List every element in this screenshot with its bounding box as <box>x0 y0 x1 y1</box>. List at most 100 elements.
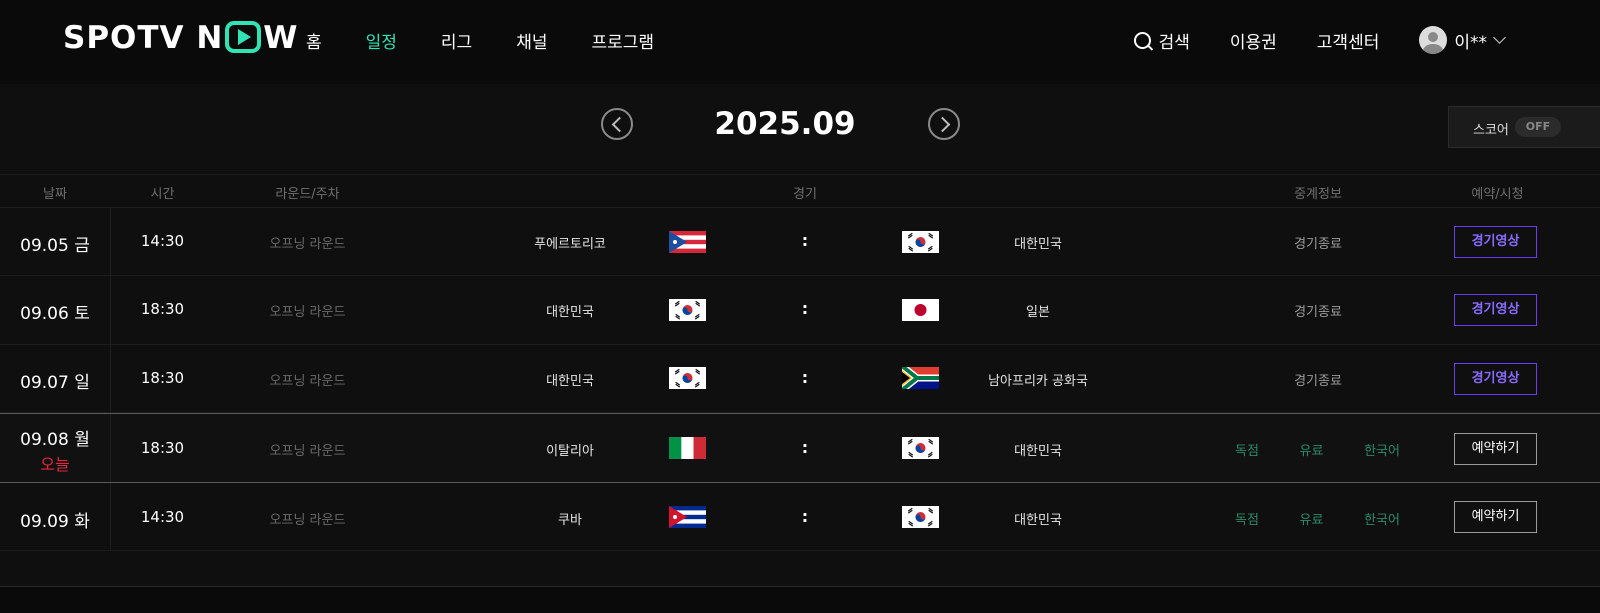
table-row: 09.05 금 14:30 오프닝 라운드 푸에르토리코 : 대한민국 경기종료… <box>0 208 1600 276</box>
next-month-button[interactable] <box>928 108 960 140</box>
match-date: 09.06 토 <box>20 304 90 324</box>
match-time: 18:30 <box>140 369 185 387</box>
match-time: 18:30 <box>140 439 185 457</box>
support-link[interactable]: 고객센터 <box>1317 28 1380 53</box>
match-date: 09.07 일 <box>20 373 90 393</box>
nav-program[interactable]: 프로그램 <box>591 28 654 53</box>
main-nav: 홈 일정 리그 채널 프로그램 <box>306 28 698 53</box>
spotv-now-logo[interactable]: SPOTV N W <box>63 20 298 56</box>
divider <box>110 276 111 344</box>
match-time: 14:30 <box>140 232 185 250</box>
korea-flag-icon <box>669 367 706 389</box>
search-label: 검색 <box>1158 32 1190 53</box>
today-label: 오늘 <box>40 455 70 474</box>
nav-schedule[interactable]: 일정 <box>366 28 397 53</box>
match-round: 오프닝 라운드 <box>269 237 346 252</box>
match-round: 오프닝 라운드 <box>269 444 346 459</box>
match-status: 경기종료 <box>1294 305 1342 320</box>
logo-text-left: SPOTV N <box>63 20 224 56</box>
nav-home[interactable]: 홈 <box>306 28 322 53</box>
match-round: 오프닝 라운드 <box>269 305 346 320</box>
match-video-button[interactable]: 경기영상 <box>1454 226 1537 258</box>
header-date: 날짜 <box>43 187 67 202</box>
month-title: 2025.09 <box>714 106 856 142</box>
paid-tag: 유료 <box>1299 444 1324 459</box>
pass-link[interactable]: 이용권 <box>1230 28 1277 53</box>
month-selector: 2025.09 스코어 OFF <box>0 84 1600 172</box>
match-time: 14:30 <box>140 508 185 526</box>
play-icon <box>225 21 262 53</box>
home-team: 푸에르토리코 <box>534 237 606 252</box>
score-toggle-label: 스코어 <box>1473 123 1509 138</box>
score-separator: : <box>801 231 809 250</box>
reserve-button[interactable]: 예약하기 <box>1454 501 1537 533</box>
header-round: 라운드/주차 <box>275 187 340 202</box>
divider <box>110 208 111 275</box>
table-row: 09.09 화 14:30 오프닝 라운드 쿠바 : 대한민국 독점 유료 한국… <box>0 483 1600 551</box>
divider <box>110 483 111 550</box>
match-round: 오프닝 라운드 <box>269 374 346 389</box>
score-toggle-state: OFF <box>1515 117 1561 137</box>
nav-league[interactable]: 리그 <box>441 28 472 53</box>
home-team: 대한민국 <box>546 374 594 389</box>
away-team: 일본 <box>1026 305 1050 320</box>
italy-flag-icon <box>669 437 706 459</box>
table-row-today: 09.08 월 오늘 18:30 오프닝 라운드 이탈리아 : 대한민국 독점 … <box>0 413 1600 483</box>
match-status: 경기종료 <box>1294 237 1342 252</box>
reserve-button[interactable]: 예약하기 <box>1454 433 1537 465</box>
search-icon <box>1133 31 1151 49</box>
match-round: 오프닝 라운드 <box>269 513 346 528</box>
away-team: 남아프리카 공화국 <box>988 374 1088 389</box>
utility-nav: 검색 이용권 고객센터 이** <box>1094 26 1506 54</box>
home-team: 쿠바 <box>558 513 582 528</box>
divider <box>110 414 111 482</box>
korea-flag-icon <box>902 437 939 459</box>
match-status: 경기종료 <box>1294 374 1342 389</box>
match-time: 18:30 <box>140 300 185 318</box>
footer-area <box>0 587 1600 613</box>
chevron-down-icon <box>1493 30 1506 44</box>
korea-flag-icon <box>902 506 939 528</box>
home-team: 대한민국 <box>546 305 594 320</box>
broadcast-tags: 독점 유료 한국어 <box>1235 509 1400 528</box>
match-video-button[interactable]: 경기영상 <box>1454 294 1537 326</box>
japan-flag-icon <box>902 299 939 321</box>
match-video-button[interactable]: 경기영상 <box>1454 363 1537 395</box>
match-date: 09.08 월 <box>20 430 90 450</box>
cuba-flag-icon <box>669 506 706 528</box>
match-date: 09.05 금 <box>20 236 90 256</box>
avatar-icon <box>1419 26 1448 54</box>
away-team: 대한민국 <box>1014 444 1062 459</box>
score-separator: : <box>801 299 809 318</box>
table-row: 09.07 일 18:30 오프닝 라운드 대한민국 : 남아프리카 공화국 경… <box>0 345 1600 413</box>
logo-text-right: W <box>263 20 299 56</box>
user-menu[interactable]: 이** <box>1419 26 1506 54</box>
away-team: 대한민국 <box>1014 513 1062 528</box>
exclusive-tag: 독점 <box>1235 444 1259 459</box>
south-africa-flag-icon <box>902 367 939 389</box>
korean-tag: 한국어 <box>1364 513 1400 528</box>
previous-month-button[interactable] <box>601 108 633 140</box>
paid-tag: 유료 <box>1299 513 1324 528</box>
exclusive-tag: 독점 <box>1235 513 1259 528</box>
table-row: 09.06 토 18:30 오프닝 라운드 대한민국 : 일본 경기종료 경기영… <box>0 276 1600 345</box>
match-date: 09.09 화 <box>20 512 90 532</box>
korea-flag-icon <box>669 299 706 321</box>
search-button[interactable]: 검색 <box>1133 28 1190 53</box>
header-action: 예약/시청 <box>1471 187 1524 202</box>
score-toggle[interactable]: 스코어 OFF <box>1448 106 1600 148</box>
header-time: 시간 <box>150 187 175 202</box>
korean-tag: 한국어 <box>1364 444 1400 459</box>
divider <box>110 345 111 412</box>
top-navigation-bar: SPOTV N W 홈 일정 리그 채널 프로그램 검색 이용권 고객센터 이** <box>0 0 1600 84</box>
away-team: 대한민국 <box>1014 237 1062 252</box>
schedule-table-header: 날짜 시간 라운드/주차 경기 중계정보 예약/시청 <box>0 174 1600 208</box>
home-team: 이탈리아 <box>546 444 594 459</box>
score-separator: : <box>801 507 809 526</box>
header-broadcast: 중계정보 <box>1294 187 1342 202</box>
header-match: 경기 <box>793 187 817 202</box>
puerto-rico-flag-icon <box>669 231 706 253</box>
korea-flag-icon <box>902 231 939 253</box>
nav-channel[interactable]: 채널 <box>516 28 547 53</box>
score-separator: : <box>801 368 809 387</box>
